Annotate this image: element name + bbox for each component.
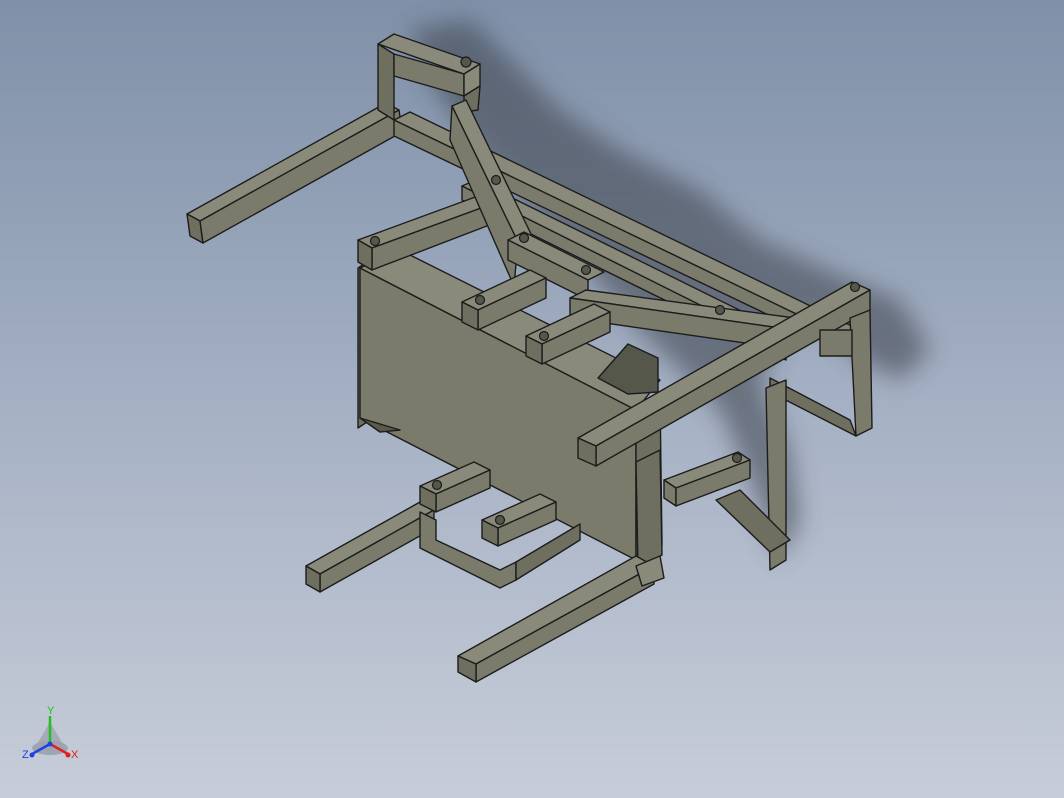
z-axis-tip (29, 752, 35, 758)
x-axis-label: X (71, 749, 79, 761)
bolt-hole-icon (474, 294, 486, 306)
bolt-hole-icon (369, 235, 381, 247)
rail-bottom-left[interactable] (305, 501, 435, 593)
rail-top-left-arm[interactable] (186, 102, 403, 244)
bolt-hole-icon (518, 232, 530, 244)
bolt-hole-icon (431, 479, 443, 491)
link-bar-left[interactable] (357, 195, 493, 271)
x-axis-tip (65, 752, 71, 758)
link-block-bottom-2[interactable] (481, 493, 557, 547)
y-axis-label: Y (47, 705, 55, 717)
cad-model-scene[interactable] (0, 0, 1064, 798)
axis-triad[interactable]: Y X Z (18, 700, 88, 770)
link-block-bottom-1[interactable] (419, 461, 491, 513)
bolt-hole-icon (580, 264, 592, 276)
bolt-hole-icon (494, 514, 506, 526)
z-axis-label: Z (22, 749, 29, 761)
bolt-hole-icon (849, 281, 861, 293)
triad-origin (47, 741, 53, 747)
3d-viewport[interactable]: Y X Z (0, 0, 1064, 798)
bolt-hole-icon (460, 56, 472, 68)
bolt-hole-icon (538, 330, 550, 342)
bolt-hole-icon (731, 452, 743, 464)
bolt-hole-icon (490, 174, 502, 186)
bolt-hole-icon (714, 304, 726, 316)
